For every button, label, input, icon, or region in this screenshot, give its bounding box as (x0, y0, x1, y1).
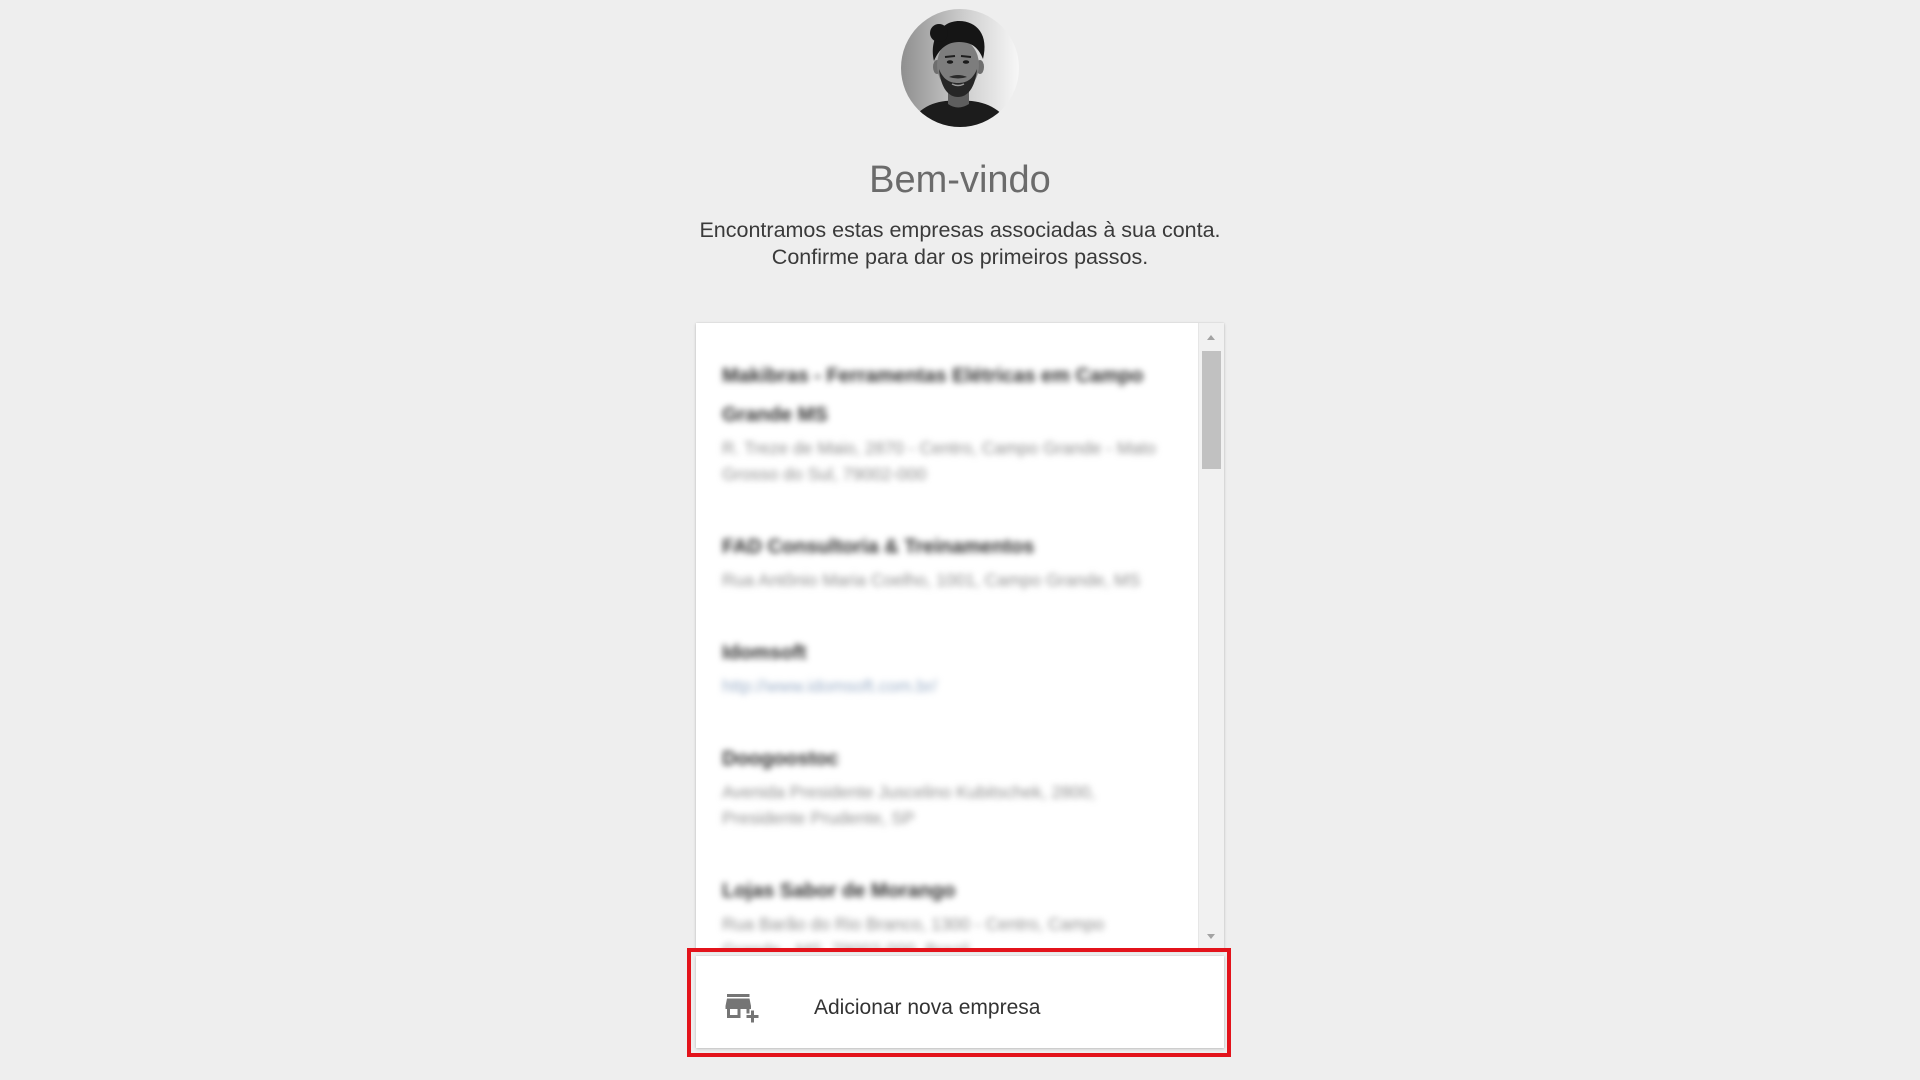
business-name: Doogoostoc (722, 748, 839, 770)
business-list-items: Makibras - Ferramentas Elétricas em Camp… (722, 357, 1162, 950)
business-list-item[interactable]: Idomsoft http://www.idomsoft.com.br/ (722, 634, 1162, 699)
business-website: http://www.idomsoft.com.br/ (722, 676, 937, 696)
business-address: Avenida Presidente Juscelino Kubitschek,… (722, 782, 1096, 828)
business-name: Makibras - Ferramentas Elétricas em Camp… (722, 365, 1144, 426)
add-business-label: Adicionar nova empresa (814, 996, 1041, 1019)
add-business-icon (724, 988, 760, 1024)
list-scrollbar[interactable] (1198, 323, 1224, 950)
scroll-up-arrow-icon[interactable] (1207, 335, 1215, 340)
welcome-message-line-1: Encontramos estas empresas associadas à … (699, 218, 1221, 242)
welcome-title: Bem-vindo (869, 159, 1051, 201)
photo-hair-curl (930, 24, 948, 42)
business-name: FAD Consultoria & Treinamentos (722, 536, 1035, 558)
add-business-button[interactable]: Adicionar nova empresa (696, 956, 1224, 1048)
business-list-item[interactable]: Makibras - Ferramentas Elétricas em Camp… (722, 357, 1162, 487)
business-name: Idomsoft (722, 642, 807, 664)
business-address: Rua Barão do Rio Branco, 1300 - Centro, … (722, 914, 1105, 950)
business-address: Rua Antônio Maria Coelho, 1001, Campo Gr… (722, 570, 1141, 590)
business-list-item[interactable]: FAD Consultoria & Treinamentos Rua Antôn… (722, 528, 1162, 593)
business-list: Makibras - Ferramentas Elétricas em Camp… (696, 323, 1224, 950)
scrollbar-thumb[interactable] (1202, 351, 1221, 469)
business-name: Lojas Sabor de Morango (722, 880, 956, 902)
photo-eye-right (962, 60, 970, 64)
photo-eyebrow-left (944, 55, 956, 58)
profile-photo (901, 9, 1019, 127)
business-list-item[interactable]: Doogoostoc Avenida Presidente Juscelino … (722, 740, 1162, 831)
business-address: R. Treze de Maio, 2870 - Centro, Campo G… (722, 438, 1156, 484)
add-business-icon-graphic (725, 994, 759, 1023)
welcome-message-line-2: Confirme para dar os primeiros passos. (771, 245, 1149, 269)
photo-eyebrow-right (960, 55, 972, 58)
welcome-message: Encontramos estas empresas associadas à … (0, 217, 1920, 271)
store-awning-bar (727, 994, 750, 997)
avatar (901, 9, 1019, 127)
scroll-down-arrow-icon[interactable] (1207, 934, 1215, 939)
photo-eye-left (946, 60, 954, 64)
business-list-item[interactable]: Lojas Sabor de Morango Rua Barão do Rio … (722, 872, 1162, 950)
